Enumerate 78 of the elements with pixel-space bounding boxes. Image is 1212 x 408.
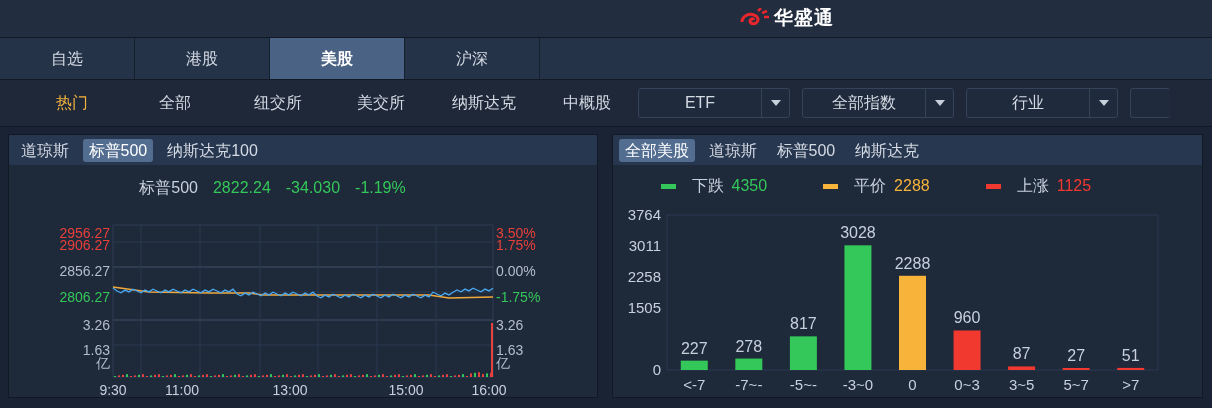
legend-label: 平价: [854, 176, 887, 196]
category-tab[interactable]: 纽交所: [226, 91, 329, 115]
legend-count: 4350: [731, 176, 768, 196]
category-label: 5~7: [1062, 376, 1089, 393]
bar-value-label: 87: [1012, 345, 1030, 363]
axis-label: 3764: [627, 207, 661, 223]
legend-count: 2288: [894, 176, 930, 196]
index-tab[interactable]: 纳斯达克: [849, 138, 926, 162]
index-tab[interactable]: 标普500: [82, 138, 154, 162]
axis-label: 亿: [495, 355, 510, 371]
axis-label: 2856.27: [58, 263, 110, 279]
axis-label: 3.26: [82, 317, 110, 333]
market-tab[interactable]: 沪深: [405, 38, 540, 79]
time-label: 13:00: [272, 382, 307, 397]
time-label: 11:00: [164, 382, 199, 397]
bar-value-label: 51: [1121, 346, 1140, 364]
axis-label: 0: [652, 361, 661, 378]
bar-value-label: 27: [1066, 347, 1085, 364]
market-tab[interactable]: 自选: [0, 38, 135, 79]
caret-icon: [770, 100, 781, 106]
category-tab[interactable]: 热门: [20, 91, 123, 115]
index-tab[interactable]: 纳斯达克100: [161, 138, 264, 162]
market-tab[interactable]: 美股: [270, 38, 405, 79]
axis-label: 3011: [628, 237, 661, 254]
time-label: 9:30: [98, 382, 127, 397]
axis-label: 3.26: [495, 317, 523, 333]
category-label: 3~5: [1008, 376, 1034, 393]
category-label: <-7: [682, 376, 705, 393]
category-tab[interactable]: 全部: [123, 91, 226, 115]
dropdown[interactable]: 行业: [966, 88, 1118, 118]
bar: [734, 358, 762, 370]
legend-count: 1125: [1056, 176, 1092, 196]
category-tab[interactable]: 美交所: [329, 91, 432, 115]
bar-value-label: 3028: [839, 224, 876, 242]
index-tab[interactable]: 道琼斯: [702, 138, 763, 162]
bar: [953, 330, 981, 370]
category-label: >7: [1121, 376, 1139, 393]
bar-value-label: 2288: [894, 254, 930, 272]
axis-label: 1505: [627, 299, 661, 316]
bar: [1007, 366, 1035, 370]
category-tab[interactable]: 纳斯达克: [432, 91, 535, 115]
dropdown[interactable]: [1130, 88, 1170, 118]
bar-value-label: 227: [680, 339, 708, 357]
category-label: -3~0: [842, 376, 873, 393]
legend-label: 上涨: [1016, 176, 1049, 196]
caret-icon: [1098, 100, 1109, 106]
category-tab[interactable]: 中概股: [535, 91, 638, 115]
bar: [1116, 367, 1144, 370]
axis-label: 0.00%: [495, 263, 536, 279]
axis-label: 2258: [627, 268, 661, 285]
axis-label: 1.63: [82, 342, 110, 358]
dropdown[interactable]: 全部指数: [802, 88, 954, 118]
index-name: 标普500: [139, 178, 198, 198]
bar-value-label: 817: [789, 315, 817, 333]
axis-label: -1.75%: [495, 289, 540, 305]
time-label: 16:00: [471, 382, 506, 397]
index-tab[interactable]: 标普500: [770, 138, 842, 162]
caret-icon: [934, 100, 945, 106]
axis-label: 1.63: [495, 342, 523, 358]
category-label: 0: [907, 376, 917, 393]
bar-value-label: 960: [953, 309, 980, 327]
category-label: -5~-: [789, 376, 817, 393]
time-label: 15:00: [388, 382, 423, 397]
index-change: -34.030: [285, 178, 341, 198]
category-label: 0~3: [953, 376, 980, 393]
logo-text: 华盛通: [773, 6, 834, 31]
category-label: -7~-: [734, 376, 762, 393]
index-change-percent: -1.19%: [355, 178, 406, 198]
axis-label: 2806.27: [58, 289, 110, 305]
axis-label: 亿: [95, 355, 110, 371]
index-tab[interactable]: 全部美股: [618, 138, 695, 162]
legend-label: 下跌: [691, 176, 724, 196]
index-tab[interactable]: 道琼斯: [14, 138, 75, 162]
bar: [789, 336, 817, 370]
bar-value-label: 278: [735, 337, 762, 355]
dropdown[interactable]: ETF: [638, 88, 790, 118]
bar: [680, 360, 708, 370]
index-price: 2822.24: [212, 178, 271, 198]
